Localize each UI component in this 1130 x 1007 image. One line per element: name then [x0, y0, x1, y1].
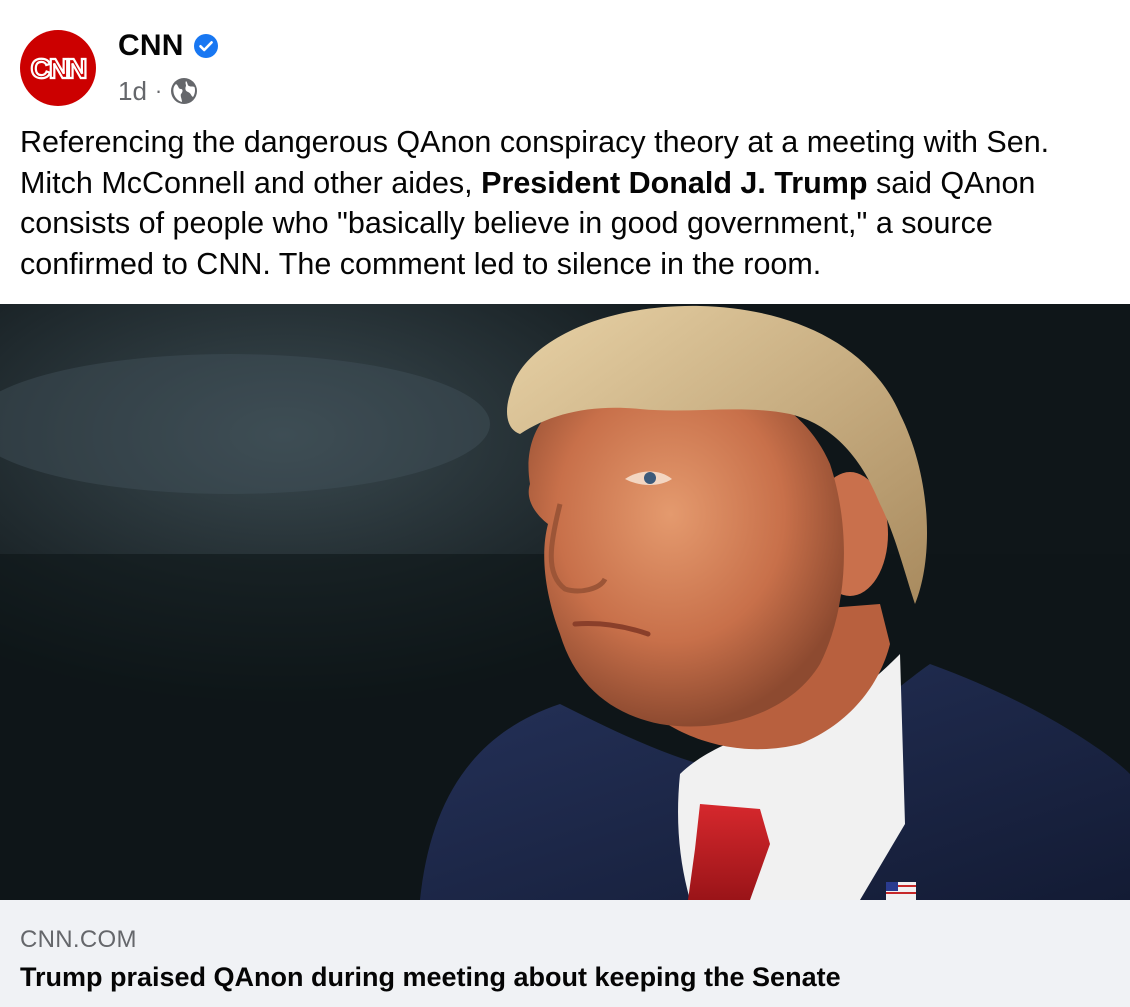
page-name-row: CNN [118, 28, 218, 64]
link-preview[interactable]: CNN.COM Trump praised QAnon during meeti… [0, 900, 1130, 1007]
trump-portrait-image [0, 304, 1130, 900]
cnn-avatar[interactable]: CNN [20, 30, 96, 106]
cnn-logo-icon: CNN [30, 52, 90, 85]
post-image[interactable] [0, 304, 1130, 900]
post-header: CNN CNN 1d · [20, 28, 1110, 108]
svg-text:CNN: CNN [31, 53, 86, 84]
caption-mention[interactable]: President Donald J. Trump [481, 166, 867, 200]
post-caption: Referencing the dangerous QAnon conspira… [20, 122, 1115, 284]
globe-icon[interactable] [170, 77, 198, 105]
verified-badge-icon [193, 34, 218, 58]
page-name[interactable]: CNN [118, 29, 184, 63]
post-meta: 1d · [118, 74, 198, 108]
meta-separator: · [154, 78, 163, 103]
post-timestamp[interactable]: 1d [118, 76, 147, 107]
link-domain: CNN.COM [20, 926, 137, 953]
link-title[interactable]: Trump praised QAnon during meeting about… [20, 962, 841, 993]
facebook-post: CNN CNN 1d · Referencing the dangerous Q… [0, 0, 1130, 1007]
